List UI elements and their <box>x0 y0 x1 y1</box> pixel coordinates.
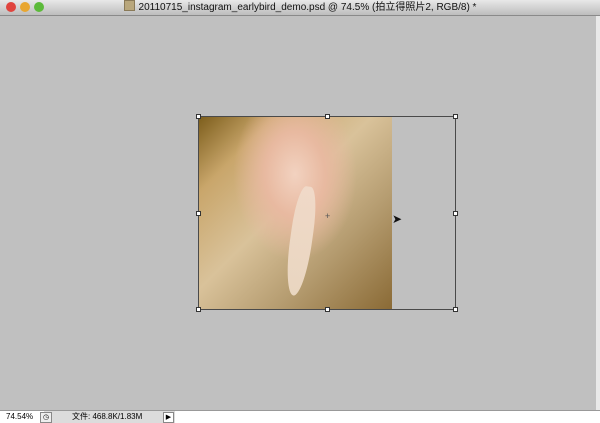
transform-handle[interactable] <box>325 114 330 119</box>
document-icon <box>123 0 135 11</box>
transform-bounding-box[interactable]: + <box>196 114 458 312</box>
transform-handle[interactable] <box>325 307 330 312</box>
window-title: 20110715_instagram_earlybird_demo.psd @ … <box>138 2 477 13</box>
transform-handle[interactable] <box>453 114 458 119</box>
title-bar: 20110715_instagram_earlybird_demo.psd @ … <box>0 0 600 16</box>
transform-handle[interactable] <box>196 114 201 119</box>
transform-handle[interactable] <box>453 211 458 216</box>
scrollbar[interactable] <box>596 16 600 410</box>
zoom-field[interactable]: 74.54% <box>0 411 44 423</box>
transform-handle[interactable] <box>453 307 458 312</box>
cursor-icon: ➤ <box>392 212 403 226</box>
status-menu-arrow-icon[interactable]: ▶ <box>163 412 174 423</box>
minimize-button[interactable] <box>20 2 30 12</box>
close-button[interactable] <box>6 2 16 12</box>
document-info: 文件: 468.8K/1.83M <box>72 412 143 421</box>
horizontal-scrollbar[interactable] <box>175 411 600 423</box>
crosshair-icon: + <box>325 211 331 221</box>
transform-handle[interactable] <box>196 307 201 312</box>
zoom-button[interactable] <box>34 2 44 12</box>
status-bar: 74.54% ◷ 文件: 468.8K/1.83M ▶ <box>0 410 600 423</box>
transform-handle[interactable] <box>196 211 201 216</box>
info-icon[interactable]: ◷ <box>40 412 52 423</box>
